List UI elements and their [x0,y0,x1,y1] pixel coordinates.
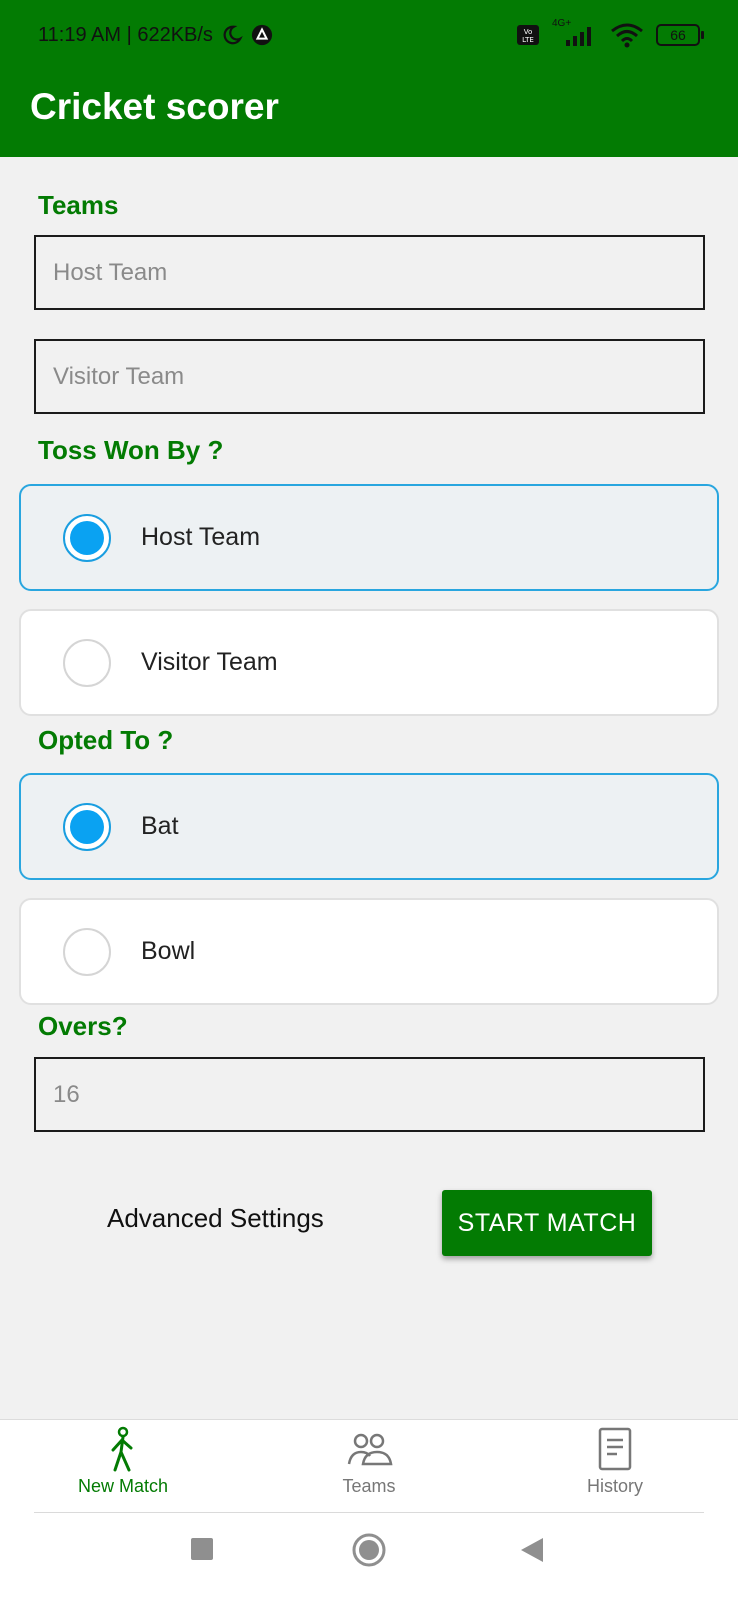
radio-selected-icon [63,513,111,562]
system-navigation-bar [0,1513,738,1600]
app-header: 11:19 AM | 622KB/s Vo LTE 4G+ 66 Cricket… [0,0,738,157]
recent-apps-icon[interactable] [190,1537,214,1561]
document-icon [598,1427,632,1471]
status-bar: 11:19 AM | 622KB/s Vo LTE 4G+ 66 [38,18,704,50]
moon-icon [223,25,243,45]
nav-item-teams[interactable]: Teams [246,1420,492,1514]
people-icon [347,1433,393,1466]
home-icon[interactable] [352,1533,386,1567]
start-match-button[interactable]: START MATCH [442,1190,652,1256]
back-icon[interactable] [520,1537,544,1563]
nav-label-history: History [586,1476,643,1496]
nav-label-new-match: New Match [77,1476,169,1496]
app-title: Cricket scorer [30,86,279,127]
walking-person-icon [111,1426,133,1472]
opted-option-label: Bowl [141,937,196,965]
nav-item-history[interactable]: History [492,1420,738,1514]
opted-option-label: Bat [141,812,179,840]
host-team-input[interactable] [34,235,705,310]
toss-option-label: Host Team [141,523,261,551]
status-time-speed: 11:19 AM | 622KB/s [38,23,213,46]
teams-section-title: Teams [38,190,119,220]
wifi-icon [611,23,643,48]
toss-option-label: Visitor Team [141,648,278,676]
overs-input[interactable] [34,1057,705,1132]
svg-text:LTE: LTE [522,36,534,44]
toss-section-title: Toss Won By ? [38,435,224,465]
radio-unselected-icon [63,927,111,976]
radio-unselected-icon [63,638,111,687]
overs-section-title: Overs? [38,1011,128,1041]
opted-option-bowl[interactable]: Bowl [19,898,719,1005]
radio-selected-icon [63,802,111,851]
battery-icon: 66 [656,24,704,46]
opted-option-bat[interactable]: Bat [19,773,719,880]
visitor-team-input[interactable] [34,339,705,414]
svg-text:Vo: Vo [524,28,533,36]
nav-item-new-match[interactable]: New Match [0,1420,246,1514]
advanced-settings-link[interactable]: Advanced Settings [107,1203,324,1234]
volte-icon: Vo LTE [517,25,539,45]
opted-section-title: Opted To ? [38,725,174,755]
bottom-navigation: New Match Teams History [0,1419,738,1513]
toss-option-host-team[interactable]: Host Team [19,484,719,591]
nav-label-teams: Teams [342,1476,396,1496]
cell-signal-icon: 4G+ [552,18,598,48]
toss-option-visitor-team[interactable]: Visitor Team [19,609,719,716]
app-notification-icon [251,24,273,46]
